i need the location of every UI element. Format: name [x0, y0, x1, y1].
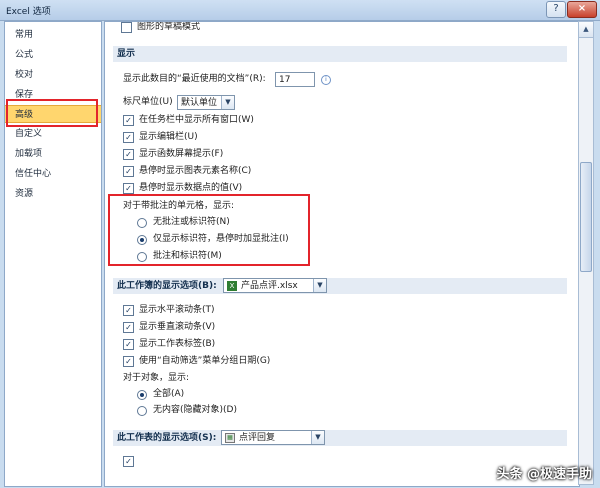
excel-file-icon: X — [227, 280, 237, 291]
workbook-value: 产品点评.xlsx — [241, 281, 298, 291]
option-label: 悬停时显示图表元素名称(C) — [139, 166, 252, 176]
workbook-display-section-header: 此工作簿的显示选项(B): — [113, 278, 567, 294]
vertical-scrollbar[interactable]: ▲ — [578, 21, 594, 485]
draft-mode-checkbox[interactable] — [121, 22, 132, 33]
option-label: 使用“自动筛选”菜单分组日期(G) — [139, 356, 271, 366]
option-label: 显示垂直滚动条(V) — [139, 322, 216, 332]
radio-button-selected[interactable] — [137, 389, 147, 400]
option-label: 显示水平滚动条(T) — [139, 305, 215, 315]
sidebar-item-formulas[interactable]: 公式 — [5, 46, 101, 64]
options-sidebar: 常用 公式 校对 保存 高级 自定义 加载项 信任中心 资源 — [4, 21, 102, 487]
ruler-units-value: 默认单位 — [181, 98, 218, 108]
ruler-units-label: 标尺单位(U) — [123, 97, 173, 107]
draft-mode-option[interactable]: 图形的草稿模式 — [121, 22, 201, 35]
option-label: 显示函数屏幕提示(F) — [139, 149, 224, 159]
autofilter-group-dates-option[interactable]: ✓ 使用“自动筛选”菜单分组日期(G) — [123, 354, 270, 369]
window-title: Excel 选项 — [6, 7, 51, 17]
worksheet-icon: ▦ — [225, 432, 235, 443]
worksheet-display-section-header: 此工作表的显示选项(S): — [113, 430, 567, 446]
recent-docs-input[interactable]: 17 — [275, 72, 315, 87]
close-button[interactable]: × — [567, 1, 597, 18]
display-section-header: 显示 — [113, 46, 567, 62]
objects-all-option[interactable]: 全部(A) — [137, 387, 184, 402]
objects-display-label: 对于对象，显示: — [123, 373, 190, 383]
checkbox-checked[interactable]: ✓ — [123, 456, 134, 467]
worksheet-select[interactable]: ▦ 点评回复 ▼ — [221, 430, 325, 445]
option-label: 全部(A) — [153, 389, 185, 399]
scroll-thumb[interactable] — [580, 162, 592, 272]
sidebar-item-resources[interactable]: 资源 — [5, 185, 101, 203]
formula-bar-option[interactable]: ✓ 显示编辑栏(U) — [123, 130, 198, 145]
draft-mode-label: 图形的草稿模式 — [137, 22, 201, 32]
option-label: 无内容(隐藏对象)(D) — [153, 405, 237, 415]
taskbar-windows-option[interactable]: ✓ 在任务栏中显示所有窗口(W) — [123, 113, 254, 128]
checkbox-checked[interactable]: ✓ — [123, 166, 134, 177]
checkbox-checked[interactable]: ✓ — [123, 356, 134, 367]
vertical-scrollbar-option[interactable]: ✓ 显示垂直滚动条(V) — [123, 320, 215, 335]
info-icon: i — [321, 75, 331, 85]
chart-element-names-option[interactable]: ✓ 悬停时显示图表元素名称(C) — [123, 164, 251, 179]
option-label: 显示工作表标签(B) — [139, 339, 216, 349]
objects-nothing-option[interactable]: 无内容(隐藏对象)(D) — [137, 403, 237, 418]
option-label: 显示编辑栏(U) — [139, 132, 198, 142]
highlight-box-comments — [108, 194, 310, 266]
workbook-select[interactable]: X 产品点评.xlsx ▼ — [223, 278, 327, 293]
checkbox-checked[interactable]: ✓ — [123, 132, 134, 143]
sidebar-item-popular[interactable]: 常用 — [5, 26, 101, 44]
worksheet-value: 点评回复 — [239, 433, 276, 443]
checkbox-checked[interactable]: ✓ — [123, 305, 134, 316]
chevron-down-icon[interactable]: ▼ — [311, 431, 324, 444]
chevron-down-icon[interactable]: ▼ — [221, 96, 234, 109]
function-tips-option[interactable]: ✓ 显示函数屏幕提示(F) — [123, 147, 223, 162]
chevron-down-icon[interactable]: ▼ — [313, 279, 326, 292]
sidebar-item-trust-center[interactable]: 信任中心 — [5, 165, 101, 183]
highlight-box-advanced — [6, 99, 98, 127]
horizontal-scrollbar-option[interactable]: ✓ 显示水平滚动条(T) — [123, 303, 215, 318]
ruler-units-select[interactable]: 默认单位 ▼ — [177, 95, 235, 110]
radio-button[interactable] — [137, 405, 147, 416]
sheet-tabs-option[interactable]: ✓ 显示工作表标签(B) — [123, 337, 215, 352]
title-bar: Excel 选项 ? × — [0, 0, 600, 21]
checkbox-checked[interactable]: ✓ — [123, 115, 134, 126]
option-label: 在任务栏中显示所有窗口(W) — [139, 115, 254, 125]
sidebar-item-proofing[interactable]: 校对 — [5, 66, 101, 84]
sidebar-item-customize[interactable]: 自定义 — [5, 125, 101, 143]
watermark-text: 头条 @极速手助 — [496, 467, 592, 482]
partial-option-row[interactable]: ✓ — [123, 454, 139, 469]
checkbox-checked[interactable]: ✓ — [123, 322, 134, 333]
checkbox-checked[interactable]: ✓ — [123, 149, 134, 160]
scroll-up-icon[interactable]: ▲ — [579, 22, 593, 38]
recent-docs-label: 显示此数目的“最近使用的文档”(R): — [123, 74, 266, 84]
help-button[interactable]: ? — [546, 1, 566, 18]
checkbox-checked[interactable]: ✓ — [123, 183, 134, 194]
sidebar-item-addins[interactable]: 加载项 — [5, 145, 101, 163]
checkbox-checked[interactable]: ✓ — [123, 339, 134, 350]
